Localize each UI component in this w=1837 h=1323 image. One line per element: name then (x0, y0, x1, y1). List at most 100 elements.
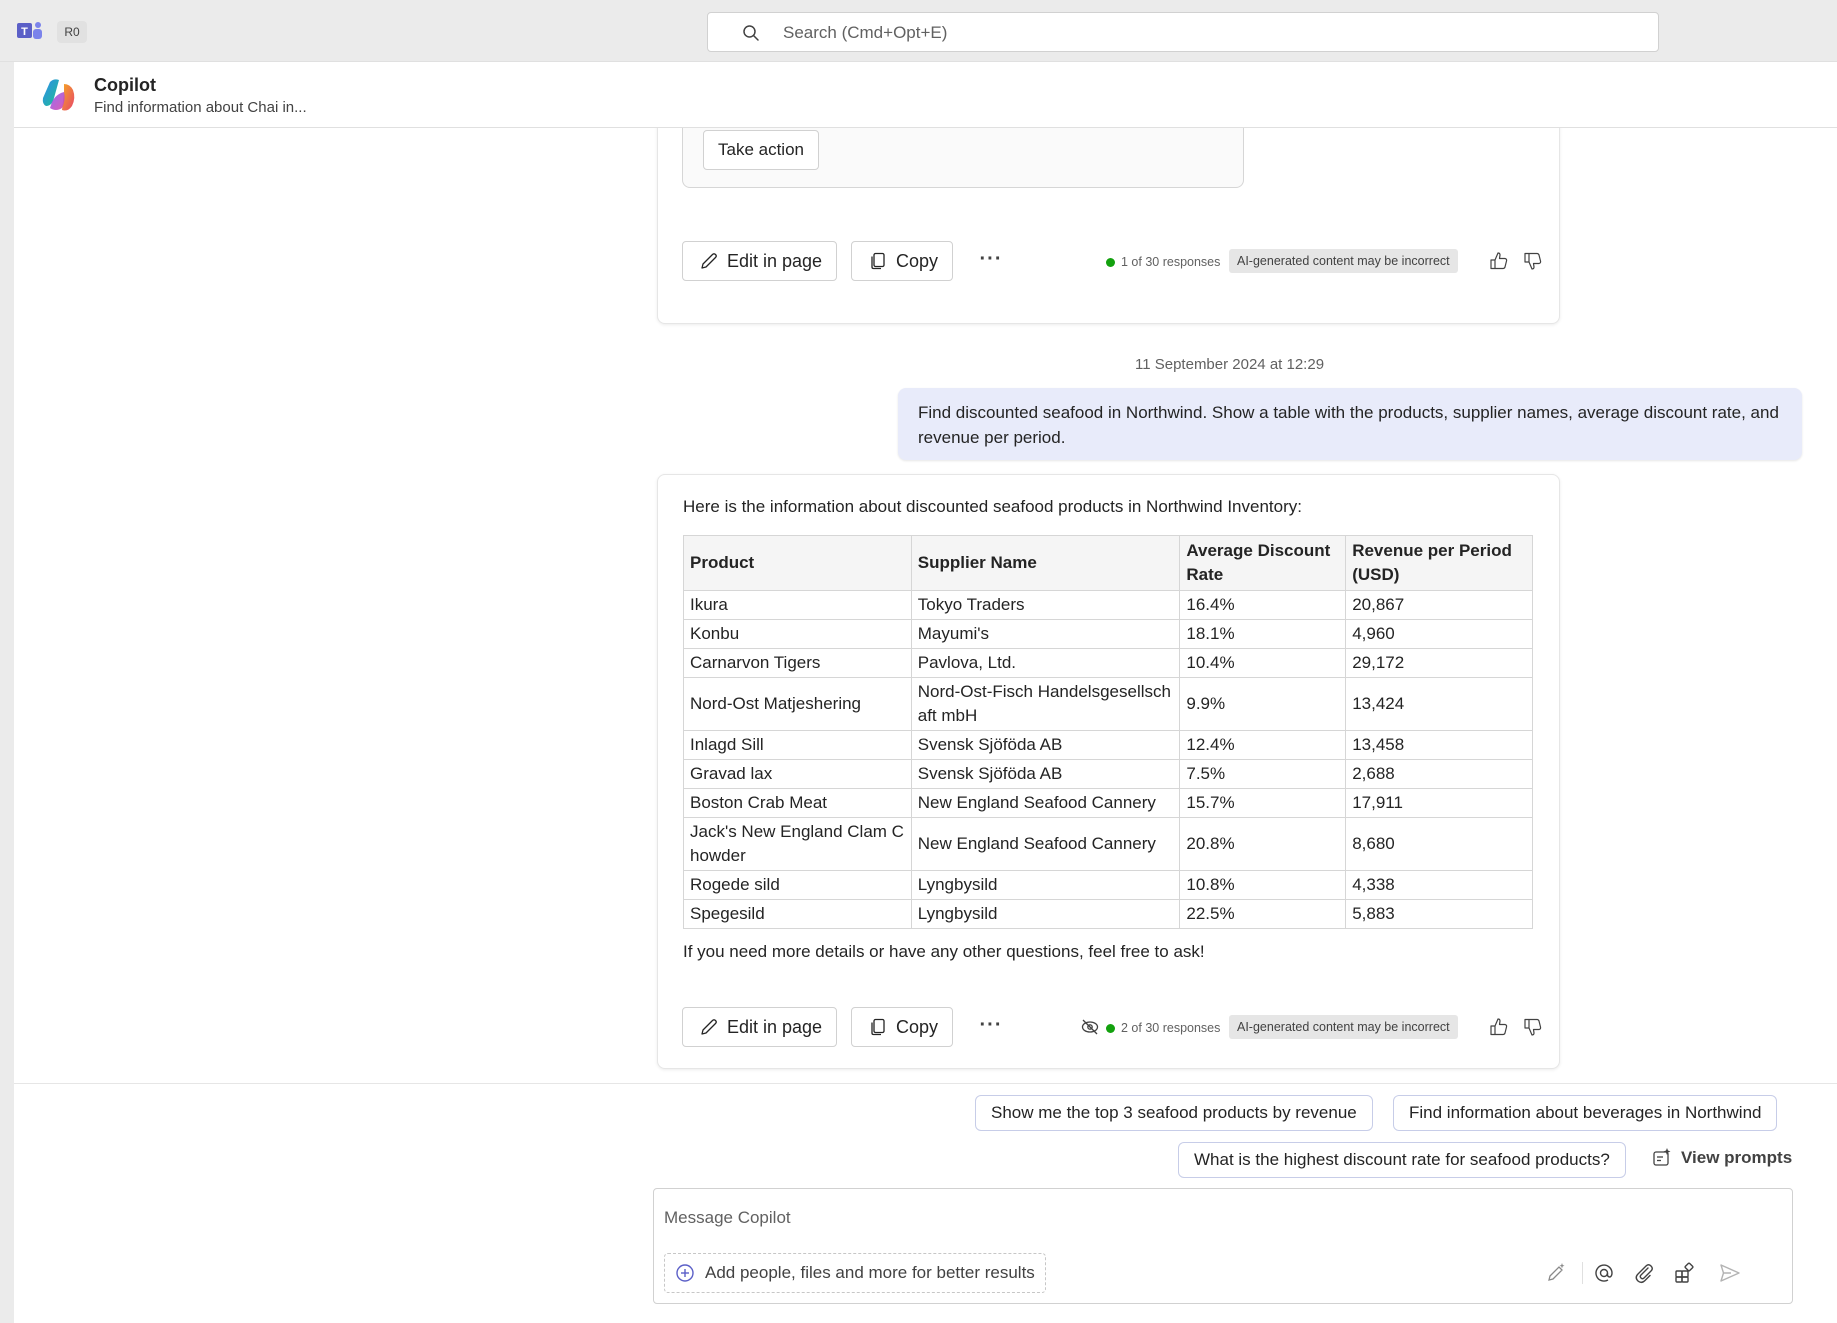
attach-icon[interactable] (1633, 1262, 1655, 1284)
table-cell: 8,680 (1345, 817, 1533, 871)
add-context-button[interactable]: Add people, files and more for better re… (664, 1253, 1046, 1293)
table-cell: 2,688 (1345, 759, 1533, 789)
copy-label: Copy (896, 250, 939, 271)
table-cell: 20.8% (1179, 817, 1347, 871)
view-prompts-label: View prompts (1681, 1148, 1793, 1167)
table-cell: Inlagd Sill (683, 730, 912, 760)
table-cell: Ikura (683, 590, 912, 620)
compose-area: Show me the top 3 seafood products by re… (14, 1083, 1837, 1323)
table-row: Spegesild Lyngbysild 22.5% 5,883 (683, 899, 1533, 929)
table-cell: 13,424 (1345, 677, 1533, 731)
ai-disclaimer-badge: AI-generated content may be incorrect (1229, 1015, 1458, 1039)
svg-text:T: T (21, 26, 28, 38)
suggestion-chip[interactable]: What is the highest discount rate for se… (1178, 1142, 1626, 1178)
edit-in-page-label: Edit in page (727, 250, 823, 271)
table-row: Konbu Mayumi's 18.1% 4,960 (683, 619, 1533, 649)
table-cell: 10.8% (1179, 870, 1347, 900)
response-count: 1 of 30 responses (1106, 255, 1220, 269)
copy-button[interactable]: Copy (851, 1007, 954, 1047)
table-row: Nord-Ost Matjeshering Nord-Ost-Fisch Han… (683, 677, 1533, 731)
top-bar: T R0 Search (Cmd+Opt+E) (0, 0, 1837, 62)
table-cell: Rogede sild (683, 870, 912, 900)
table-row: Inlagd Sill Svensk Sjöföda AB 12.4% 13,4… (683, 730, 1533, 760)
send-icon[interactable] (1719, 1262, 1741, 1284)
response-outro: If you need more details or have any oth… (683, 942, 1205, 961)
suggestion-chip[interactable]: Show me the top 3 seafood products by re… (975, 1095, 1373, 1131)
prompts-icon (1653, 1148, 1671, 1166)
copilot-response-card-1: Take action Edit in page Copy ··· 1 of 3… (657, 128, 1560, 324)
more-options-button[interactable]: ··· (976, 1013, 1006, 1043)
view-prompts-button[interactable]: View prompts (1651, 1147, 1792, 1169)
add-circle-icon (676, 1264, 694, 1282)
chat-header: Copilot Find information about Chai in..… (14, 62, 1837, 128)
pencil-icon (701, 1019, 717, 1035)
response-count: 2 of 30 responses (1106, 1021, 1220, 1035)
table-cell: 7.5% (1179, 759, 1347, 789)
mention-icon[interactable] (1593, 1262, 1615, 1284)
copy-icon (871, 1018, 885, 1036)
edit-in-page-button[interactable]: Edit in page (682, 241, 838, 281)
column-header: Revenue per Period (USD) (1345, 535, 1533, 591)
teams-logo-icon[interactable]: T (17, 20, 43, 42)
table-cell: Spegesild (683, 899, 912, 929)
table-row: Carnarvon Tigers Pavlova, Ltd. 10.4% 29,… (683, 648, 1533, 678)
chat-title: Copilot (94, 75, 156, 95)
table-cell: Nord-Ost-Fisch Handelsgesellschaft mbH (910, 677, 1181, 731)
response-count-label: 2 of 30 responses (1121, 1021, 1221, 1035)
compose-divider (1582, 1262, 1583, 1284)
sparkle-pen-icon[interactable] (1545, 1262, 1567, 1284)
table-cell: Lyngbysild (910, 870, 1181, 900)
pencil-icon (701, 253, 717, 269)
table-cell: 29,172 (1345, 648, 1533, 678)
copy-label: Copy (896, 1016, 939, 1037)
table-cell: 4,338 (1345, 870, 1533, 900)
table-row: Rogede sild Lyngbysild 10.8% 4,338 (683, 870, 1533, 900)
response-intro: Here is the information about discounted… (683, 497, 1302, 516)
table-header-row: Product Supplier Name Average Discount R… (683, 535, 1533, 591)
thumbs-down-icon[interactable] (1522, 250, 1544, 272)
column-header: Product (683, 535, 912, 591)
suggestion-chip[interactable]: Find information about beverages in Nort… (1393, 1095, 1778, 1131)
chat-history[interactable]: Take action Edit in page Copy ··· 1 of 3… (14, 128, 1837, 1083)
table-row: Gravad lax Svensk Sjöföda AB 7.5% 2,688 (683, 759, 1533, 789)
table-cell: Konbu (683, 619, 912, 649)
table-cell: 5,883 (1345, 899, 1533, 929)
table-cell: Svensk Sjöföda AB (910, 730, 1181, 760)
edit-in-page-label: Edit in page (727, 1016, 823, 1037)
message-compose-box[interactable]: Message Copilot Add people, files and mo… (653, 1188, 1793, 1304)
table-cell: New England Seafood Cannery (910, 817, 1181, 871)
take-action-button[interactable]: Take action (703, 130, 819, 170)
table-cell: Nord-Ost Matjeshering (683, 677, 912, 731)
table-cell: New England Seafood Cannery (910, 788, 1181, 818)
copy-icon (871, 252, 885, 270)
table-cell: Tokyo Traders (910, 590, 1181, 620)
add-context-label: Add people, files and more for better re… (705, 1263, 1035, 1282)
account-badge[interactable]: R0 (57, 21, 87, 43)
apps-icon[interactable] (1673, 1262, 1695, 1284)
edit-in-page-button[interactable]: Edit in page (682, 1007, 838, 1047)
column-header: Average Discount Rate (1179, 535, 1347, 591)
thumbs-down-icon[interactable] (1522, 1016, 1544, 1038)
table-cell: 15.7% (1179, 788, 1347, 818)
table-row: Jack's New England Clam Chowder New Engl… (683, 817, 1533, 871)
message-input[interactable]: Message Copilot (664, 1208, 791, 1228)
ai-disclaimer-badge: AI-generated content may be incorrect (1229, 249, 1458, 273)
table-cell: 18.1% (1179, 619, 1347, 649)
table-cell: 22.5% (1179, 899, 1347, 929)
table-cell: Jack's New England Clam Chowder (683, 817, 912, 871)
table-cell: 10.4% (1179, 648, 1347, 678)
copilot-logo-icon (42, 79, 75, 111)
copy-button[interactable]: Copy (851, 241, 954, 281)
adaptive-card: Take action (682, 128, 1244, 188)
user-message-bubble: Find discounted seafood in Northwind. Sh… (898, 388, 1802, 460)
table-cell: 12.4% (1179, 730, 1347, 760)
table-cell: Mayumi's (910, 619, 1181, 649)
more-options-button[interactable]: ··· (976, 247, 1006, 277)
search-icon (743, 25, 759, 41)
thumbs-up-icon[interactable] (1488, 1016, 1510, 1038)
status-dot (1106, 257, 1115, 267)
search-input[interactable]: Search (Cmd+Opt+E) (707, 12, 1659, 52)
thumbs-up-icon[interactable] (1488, 250, 1510, 272)
response-count-label: 1 of 30 responses (1121, 255, 1221, 269)
visibility-off-icon[interactable] (1080, 1017, 1100, 1037)
